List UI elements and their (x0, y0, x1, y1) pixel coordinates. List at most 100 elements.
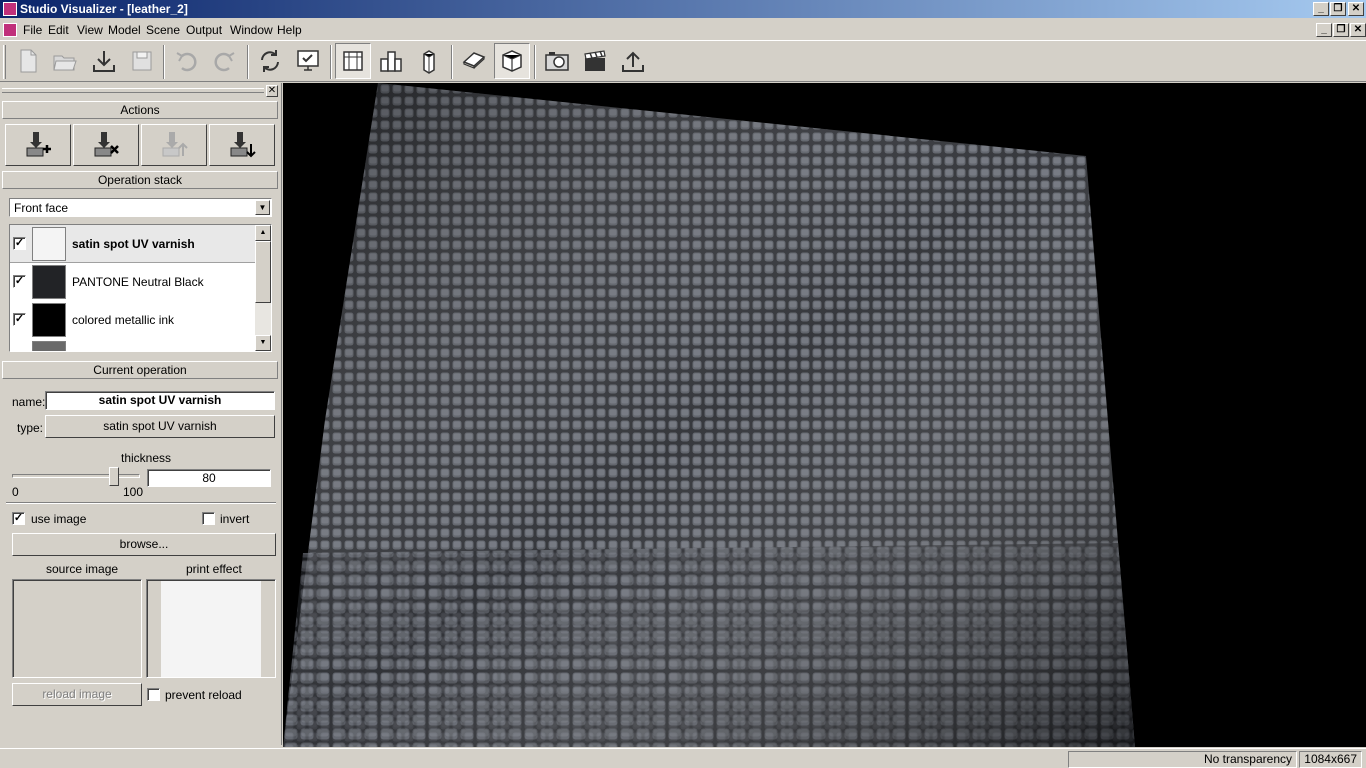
doc-minimize-button[interactable]: _ (1316, 23, 1332, 37)
menu-model[interactable]: Model (108, 23, 141, 37)
save-button[interactable] (124, 43, 160, 79)
face-select[interactable]: Front face ▼ (9, 198, 272, 217)
operation-row-varnish[interactable]: ✓ satin spot UV varnish (10, 225, 256, 263)
operation-list-scrollbar[interactable]: ▲ ▼ (255, 225, 271, 351)
use-image-checkbox[interactable]: ✓ (12, 512, 25, 525)
chevron-down-icon[interactable]: ▼ (255, 200, 270, 215)
print-effect-image (161, 581, 261, 677)
toolbar-separator (247, 45, 249, 79)
type-button[interactable]: satin spot UV varnish (45, 415, 275, 438)
minimize-button[interactable]: _ (1313, 2, 1329, 16)
use-image-label: use image (31, 512, 87, 526)
refresh-button[interactable] (252, 43, 288, 79)
toolbar-separator (534, 45, 536, 79)
box-view-button[interactable] (373, 43, 409, 79)
move-up-operation-icon (162, 132, 188, 157)
thickness-slider-thumb[interactable] (109, 467, 120, 486)
operation-list[interactable]: ✓ satin spot UV varnish ✓ PANTONE Neutra… (9, 224, 272, 352)
flat-view-button[interactable] (335, 43, 371, 79)
card-model-button[interactable] (456, 43, 492, 79)
thickness-min-label: 0 (12, 485, 19, 499)
scroll-down-arrow-icon[interactable]: ▼ (255, 335, 271, 351)
menu-scene[interactable]: Scene (146, 23, 180, 37)
restore-button[interactable]: ❐ (1330, 2, 1346, 16)
invert-label: invert (220, 512, 250, 526)
source-image-label: source image (46, 562, 119, 576)
prevent-reload-checkbox[interactable] (147, 688, 160, 701)
open-button[interactable] (47, 43, 83, 79)
app-icon[interactable] (3, 2, 17, 16)
clapperboard-button[interactable] (577, 43, 613, 79)
remove-operation-icon (94, 132, 119, 157)
operation-stack-header: Operation stack (2, 171, 278, 189)
operation-enabled-checkbox[interactable]: ✓ (13, 237, 26, 250)
document-icon[interactable] (3, 23, 17, 37)
move-down-operation-button[interactable] (209, 124, 275, 166)
import-button[interactable] (86, 43, 122, 79)
move-up-operation-button[interactable] (141, 124, 207, 166)
undo-button[interactable] (168, 43, 204, 79)
menu-window[interactable]: Window (230, 23, 273, 37)
scroll-up-arrow-icon[interactable]: ▲ (255, 225, 271, 241)
panel-close-button[interactable]: ✕ (266, 85, 278, 97)
redo-button[interactable] (207, 43, 243, 79)
scroll-thumb[interactable] (255, 241, 271, 303)
card-model-icon (462, 52, 486, 69)
render-check-button[interactable] (290, 43, 326, 79)
doc-restore-button[interactable]: ❐ (1333, 23, 1349, 37)
toolbar-grip[interactable] (3, 45, 6, 79)
actions-header: Actions (2, 101, 278, 119)
remove-operation-button[interactable] (73, 124, 139, 166)
operation-row-partial[interactable] (10, 339, 256, 351)
reload-image-button[interactable]: reload image (12, 683, 142, 706)
prevent-reload-label: prevent reload (165, 688, 242, 702)
menu-help[interactable]: Help (277, 23, 302, 37)
menu-file[interactable]: File (23, 23, 42, 37)
operation-label: PANTONE Neutral Black (72, 275, 204, 289)
operation-swatch (32, 341, 66, 351)
thickness-label: thickness (121, 451, 172, 465)
invert-checkbox[interactable] (202, 512, 215, 525)
flat-view-icon (343, 51, 363, 71)
export-icon (622, 51, 644, 72)
menu-output[interactable]: Output (186, 23, 222, 37)
operation-swatch (32, 227, 66, 261)
operation-enabled-checkbox[interactable]: ✓ (13, 313, 26, 326)
close-button[interactable]: ✕ (1348, 2, 1364, 16)
save-icon (132, 51, 152, 71)
name-input[interactable]: satin spot UV varnish (45, 391, 275, 410)
open-icon (53, 55, 77, 71)
browse-button[interactable]: browse... (12, 533, 276, 556)
toolbar-separator (451, 45, 453, 79)
tall-box-view-button[interactable] (411, 43, 447, 79)
type-label: type: (17, 421, 44, 435)
thickness-input[interactable]: 80 (147, 469, 271, 487)
toolbar-separator (330, 45, 332, 79)
status-bar: No transparency 1084x667 (0, 748, 1366, 768)
resolution-status: 1084x667 (1299, 751, 1362, 768)
new-button[interactable] (10, 43, 46, 79)
add-operation-button[interactable] (5, 124, 71, 166)
menu-bar: File Edit View Model Scene Output Window… (0, 20, 1366, 40)
box-view-icon (380, 51, 402, 72)
camera-button[interactable] (539, 43, 575, 79)
menu-edit[interactable]: Edit (48, 23, 69, 37)
operation-swatch (32, 303, 66, 337)
operation-swatch (32, 265, 66, 299)
clapperboard-icon (584, 50, 606, 71)
panel-grip[interactable] (2, 88, 264, 93)
operation-enabled-checkbox[interactable]: ✓ (13, 275, 26, 288)
3d-viewport[interactable] (283, 83, 1366, 747)
operation-row-metallic[interactable]: ✓ colored metallic ink (10, 301, 256, 339)
transparency-status: No transparency (1068, 751, 1297, 768)
cube-model-button[interactable] (494, 43, 530, 79)
panel-titlebar[interactable]: ✕ (2, 85, 278, 97)
thickness-max-label: 100 (123, 485, 144, 499)
doc-close-button[interactable]: ✕ (1350, 23, 1366, 37)
thickness-slider-track[interactable] (12, 474, 140, 478)
current-operation-header: Current operation (2, 361, 278, 379)
menu-view[interactable]: View (77, 23, 103, 37)
export-button[interactable] (615, 43, 651, 79)
operation-row-pantone[interactable]: ✓ PANTONE Neutral Black (10, 263, 256, 301)
leather-surface-render (283, 83, 1135, 747)
